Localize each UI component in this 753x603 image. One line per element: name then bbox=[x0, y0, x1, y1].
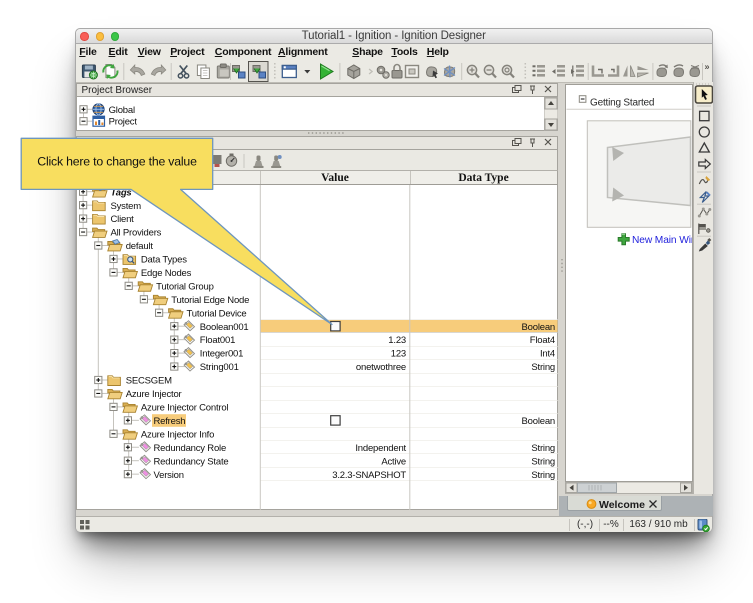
svg-text:Float4: Float4 bbox=[530, 335, 555, 346]
svg-text:Azure Injector Control: Azure Injector Control bbox=[141, 402, 229, 413]
svg-text:String: String bbox=[531, 442, 555, 453]
svg-text:onetwothree: onetwothree bbox=[356, 362, 406, 373]
svg-text:SECSGEM: SECSGEM bbox=[126, 375, 172, 386]
svg-text:»: » bbox=[704, 61, 709, 71]
svg-text:Click here to change the value: Click here to change the value bbox=[37, 154, 197, 168]
svg-text:123: 123 bbox=[391, 348, 406, 359]
svg-text:String001: String001 bbox=[200, 362, 239, 373]
svg-text:Project: Project bbox=[109, 117, 138, 128]
svg-text:Active: Active bbox=[381, 456, 406, 467]
svg-text:1.23: 1.23 bbox=[388, 335, 406, 346]
svg-text:Integer001: Integer001 bbox=[200, 348, 243, 359]
svg-text:Float001: Float001 bbox=[200, 335, 235, 346]
svg-text:String: String bbox=[531, 362, 555, 373]
svg-text:Redundancy State: Redundancy State bbox=[154, 456, 229, 467]
svg-text:Global: Global bbox=[109, 105, 135, 116]
svg-text:Boolean: Boolean bbox=[522, 321, 555, 332]
svg-text:String: String bbox=[531, 456, 555, 467]
svg-text:Version: Version bbox=[154, 469, 184, 480]
svg-text:Welcome: Welcome bbox=[599, 499, 645, 511]
svg-text:Azure Injector: Azure Injector bbox=[126, 389, 182, 400]
svg-text:3.2.3-SNAPSHOT: 3.2.3-SNAPSHOT bbox=[332, 469, 406, 480]
svg-text:Independent: Independent bbox=[355, 442, 406, 453]
svg-text:New Main Win: New Main Win bbox=[632, 235, 692, 246]
svg-text:Int4: Int4 bbox=[540, 348, 555, 359]
svg-text:Refresh: Refresh bbox=[154, 415, 186, 426]
svg-text:Boolean: Boolean bbox=[522, 415, 555, 426]
svg-text:Azure Injector Info: Azure Injector Info bbox=[141, 429, 214, 440]
svg-text:Redundancy Role: Redundancy Role bbox=[154, 442, 227, 453]
svg-text:String: String bbox=[531, 469, 555, 480]
svg-text:Getting Started: Getting Started bbox=[590, 98, 654, 109]
